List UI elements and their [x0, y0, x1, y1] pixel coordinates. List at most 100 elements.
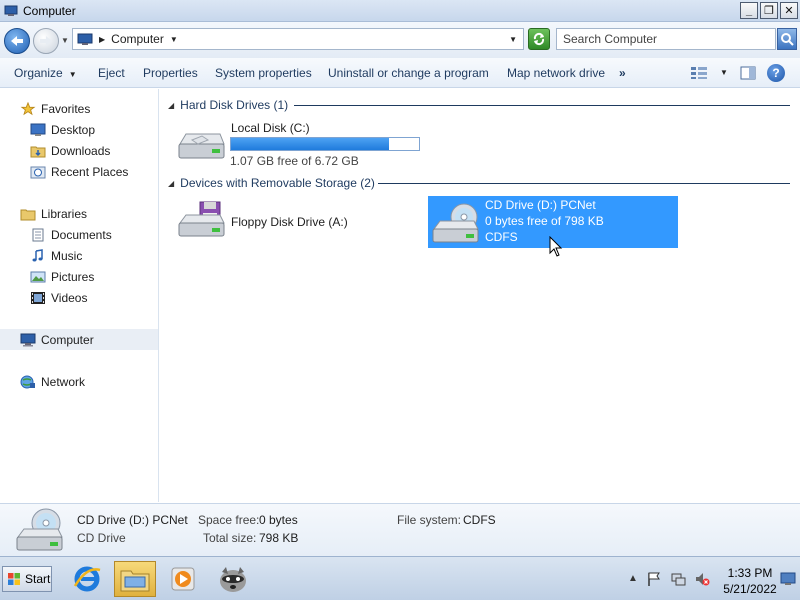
network-status-icon[interactable]: [670, 571, 686, 587]
media-player-icon: [171, 567, 195, 591]
collapse-triangle-icon: ◢: [168, 100, 175, 110]
nav-computer-label: Computer: [41, 332, 94, 347]
taskbar-media-player[interactable]: [162, 561, 204, 597]
change-view-icon[interactable]: [690, 66, 708, 80]
nav-libraries[interactable]: Libraries: [0, 203, 158, 224]
group-header-hard-disk[interactable]: ◢ Hard Disk Drives (1): [168, 97, 288, 113]
taskbar-internet-explorer[interactable]: [66, 561, 108, 597]
folder-icon: [120, 570, 150, 592]
nav-downloads-label: Downloads: [51, 143, 111, 158]
music-note-icon: [32, 248, 43, 261]
taskbar: Start ▲ 1:33 PM 5/21/2022: [0, 556, 800, 600]
group-divider: [378, 183, 790, 184]
refresh-button[interactable]: [528, 28, 550, 50]
raccoon-icon: [220, 567, 246, 592]
drive-floppy[interactable]: Floppy Disk Drive (A:): [176, 199, 416, 245]
show-hidden-icons-button[interactable]: ▲: [628, 573, 638, 584]
forward-button[interactable]: [33, 28, 59, 54]
address-dropdown-icon[interactable]: ▼: [509, 35, 517, 44]
search-icon: [781, 33, 794, 46]
action-center-flag-icon[interactable]: [646, 571, 662, 587]
details-type: CD Drive: [77, 531, 126, 545]
videos-icon: [31, 291, 45, 304]
details-space-free-value: 0 bytes: [259, 513, 298, 527]
downloads-folder-icon: [30, 146, 46, 157]
nav-recent-places-label: Recent Places: [51, 164, 129, 179]
show-desktop-icon[interactable]: [780, 571, 796, 587]
details-file-system-label: File system:: [397, 513, 462, 527]
help-button[interactable]: ?: [767, 64, 785, 82]
clock-date: 5/21/2022: [723, 582, 777, 596]
computer-icon: [20, 333, 36, 346]
cd-drive-icon: [432, 203, 479, 243]
nav-recent-places[interactable]: Recent Places: [0, 161, 158, 182]
content-area: ◢ Hard Disk Drives (1) Local Disk (C:) 1…: [160, 89, 800, 502]
cd-drive-icon: [16, 508, 63, 551]
nav-downloads[interactable]: Downloads: [0, 140, 158, 161]
nav-favorites[interactable]: Favorites: [0, 98, 158, 119]
nav-music[interactable]: Music: [0, 245, 158, 266]
chevron-down-icon[interactable]: ▼: [170, 35, 178, 44]
nav-network[interactable]: Network: [0, 371, 158, 392]
nav-network-label: Network: [41, 374, 86, 389]
nav-favorites-label: Favorites: [41, 101, 91, 116]
nav-desktop[interactable]: Desktop: [0, 119, 158, 140]
nav-videos[interactable]: Videos: [0, 287, 158, 308]
uninstall-program-button[interactable]: Uninstall or change a program: [328, 66, 489, 80]
network-icon: [20, 375, 35, 388]
group-hard-disk-label: Hard Disk Drives (1): [180, 98, 289, 112]
drive-local-disk[interactable]: Local Disk (C:) 1.07 GB free of 6.72 GB: [176, 120, 426, 168]
volume-muted-icon[interactable]: [694, 571, 710, 587]
taskbar-windows-explorer[interactable]: [114, 561, 156, 597]
chevron-down-icon: ▼: [68, 70, 77, 79]
windows-logo-icon: [8, 573, 20, 585]
preview-pane-icon[interactable]: [740, 66, 756, 80]
view-options-dropdown-icon[interactable]: ▼: [720, 68, 728, 77]
nav-videos-label: Videos: [51, 290, 88, 305]
nav-computer[interactable]: Computer: [0, 329, 158, 350]
minimize-button[interactable]: _: [740, 2, 758, 19]
taskbar-raccoon-app[interactable]: [212, 561, 254, 597]
clock-time: 1:33 PM: [727, 566, 773, 580]
search-button[interactable]: [777, 28, 797, 50]
recent-pages-dropdown-icon[interactable]: ▼: [61, 36, 69, 45]
computer-icon: [4, 5, 18, 16]
group-header-removable[interactable]: ◢ Devices with Removable Storage (2): [168, 175, 375, 191]
nav-documents[interactable]: Documents: [0, 224, 158, 245]
start-label: Start: [25, 572, 51, 586]
refresh-icon: [533, 32, 545, 46]
nav-pictures[interactable]: Pictures: [0, 266, 158, 287]
back-button[interactable]: [4, 28, 30, 54]
command-bar: Organize ▼ Eject Properties System proper…: [0, 58, 800, 88]
breadcrumb-computer[interactable]: Computer: [111, 32, 164, 46]
eject-button[interactable]: Eject: [98, 66, 125, 80]
properties-button[interactable]: Properties: [143, 66, 198, 80]
star-icon: [20, 101, 36, 115]
details-pane: CD Drive (D:) PCNet CD Drive Space free:…: [0, 503, 800, 556]
nav-desktop-label: Desktop: [51, 122, 96, 137]
start-button[interactable]: Start: [2, 566, 52, 592]
computer-icon: [77, 33, 93, 45]
nav-documents-label: Documents: [51, 227, 112, 242]
navigation-pane: Favorites Desktop Downloads Recent Place…: [0, 89, 159, 502]
details-space-free-label: Space free:: [198, 513, 260, 527]
system-properties-button[interactable]: System properties: [215, 66, 312, 80]
organize-button[interactable]: Organize ▼: [14, 66, 77, 80]
collapse-triangle-icon: ◢: [168, 178, 175, 188]
chevron-right-icon[interactable]: ▶: [99, 35, 105, 44]
local-disk-free: 1.07 GB free of 6.72 GB: [230, 154, 359, 168]
close-button[interactable]: ✕: [780, 2, 798, 19]
group-divider: [294, 105, 790, 106]
more-commands-button[interactable]: »: [619, 66, 626, 80]
nav-pictures-label: Pictures: [51, 269, 95, 284]
local-disk-name: Local Disk (C:): [231, 121, 310, 135]
system-clock[interactable]: 1:33 PM 5/21/2022: [720, 565, 780, 597]
map-network-drive-button[interactable]: Map network drive: [507, 66, 605, 80]
nav-music-label: Music: [51, 248, 83, 263]
desktop-icon: [30, 123, 46, 136]
details-name: CD Drive (D:) PCNet: [77, 513, 188, 527]
maximize-button[interactable]: ❐: [760, 2, 778, 19]
local-disk-usage-fill: [231, 138, 389, 150]
address-field[interactable]: ▶ Computer ▼ ▼: [72, 28, 524, 50]
search-input[interactable]: Search Computer: [556, 28, 776, 50]
